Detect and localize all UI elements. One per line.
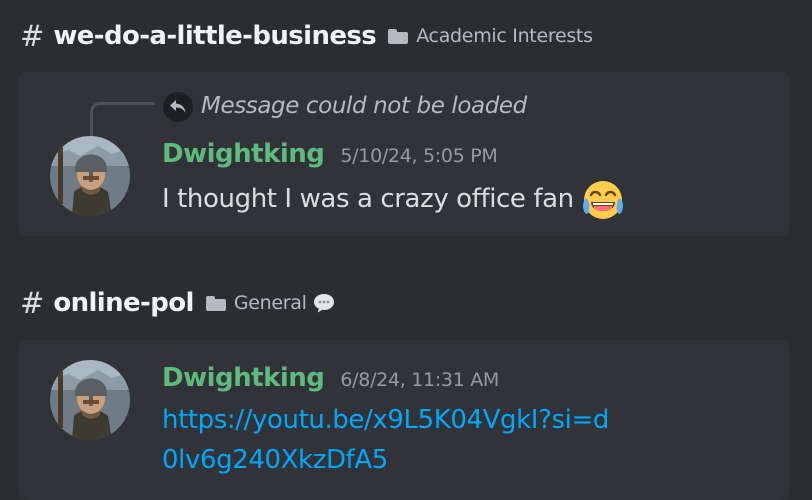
folder-icon <box>205 295 226 311</box>
message-text: I thought I was a crazy office fan <box>162 184 574 214</box>
channel-header-online-pol[interactable]: # online-pol General <box>20 283 336 323</box>
message-content: I thought I was a crazy office fan <box>162 176 626 222</box>
reply-preview-text[interactable]: Message could not be loaded <box>201 90 527 122</box>
username[interactable]: Dwightking <box>162 360 325 396</box>
folder-icon <box>388 28 409 44</box>
channel-name[interactable]: online-pol <box>53 283 194 323</box>
reply-arrow-icon <box>163 92 193 122</box>
category-name[interactable]: Academic Interests <box>416 16 593 56</box>
reply-connector <box>90 102 155 137</box>
avatar[interactable] <box>50 360 130 440</box>
username[interactable]: Dwightking <box>162 136 325 172</box>
message-card[interactable]: Dwightking 6/8/24, 11:31 AM https://yout… <box>18 340 790 500</box>
speech-bubble-icon <box>313 294 334 313</box>
youtube-link[interactable]: https://youtu.be/x9L5K04VgkI?si=d0lv6g24… <box>162 400 622 480</box>
channel-header-we-do-a-little-business[interactable]: # we-do-a-little-business Academic Inter… <box>20 16 593 56</box>
message-card[interactable]: Message could not be loaded Dwightking 5… <box>18 72 790 236</box>
message-header: Dwightking 6/8/24, 11:31 AM <box>162 360 499 396</box>
timestamp[interactable]: 5/10/24, 5:05 PM <box>340 145 497 167</box>
channel-hash-icon: # <box>20 19 45 53</box>
category-name[interactable]: General <box>234 283 307 323</box>
channel-hash-icon: # <box>20 286 45 320</box>
timestamp[interactable]: 6/8/24, 11:31 AM <box>340 369 499 391</box>
joy-emoji-icon[interactable] <box>580 176 626 222</box>
avatar[interactable] <box>50 136 130 216</box>
message-header: Dwightking 5/10/24, 5:05 PM <box>162 136 498 172</box>
channel-name[interactable]: we-do-a-little-business <box>53 16 376 56</box>
